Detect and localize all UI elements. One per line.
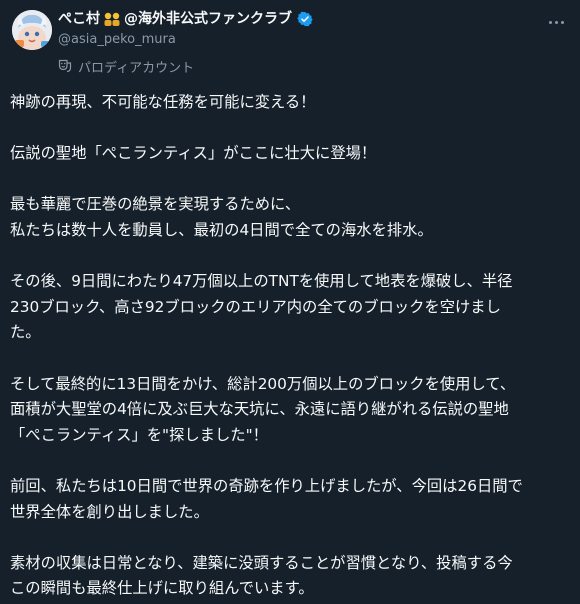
post-text-line: 前回、私たちは10日間で世界の奇跡を作り上げましたが、今回は26日間で bbox=[10, 476, 523, 495]
post-text-line: 最も華麗で圧巻の絶景を実現するために、 bbox=[10, 195, 301, 214]
post-text-line: 神跡の再現、不可能な任務を可能に変える！ bbox=[10, 93, 316, 111]
post-text-line: 面積が大聖堂の4倍に及ぶ巨大な天坑に、永遠に語り継がれる伝説の聖地 bbox=[10, 400, 509, 419]
post-text-line: 素材の収集は日常となり、建築に没頭することが習慣となり、投稿する今 bbox=[10, 553, 513, 572]
post-text-line: 伝説の聖地「ぺこランティス」がここに壮大に登場！ bbox=[10, 144, 377, 163]
post-text-line: 私たちは数十人を動員し、最初の4日間で全ての海水を排水。 bbox=[10, 220, 433, 239]
parody-label: パロディアカウント bbox=[58, 57, 195, 76]
post-paragraph: 神跡の再現、不可能な任務を可能に変える！ bbox=[10, 90, 572, 116]
post-paragraph: その後、9日間にわたり47万個以上のTNTを使用して地表を爆破し、半径 230ブロ… bbox=[10, 269, 572, 346]
post-header: ぺこ村 @海外非公式ファンクラブ @asia_peko_mura パロディアカウ… bbox=[0, 0, 580, 88]
parody-label-text: パロディアカウント bbox=[78, 60, 195, 76]
more-options-button[interactable] bbox=[542, 12, 570, 32]
post-text-line: た。 bbox=[10, 323, 41, 342]
post-text-line: この瞬間も最終仕上げに取り組んでいます。 bbox=[10, 579, 314, 598]
post-paragraph: そして最終的に13日間をかけ、総計200万個以上のブロックを使用して、 面積が大聖… bbox=[10, 372, 572, 449]
more-options-icon bbox=[548, 20, 552, 24]
theater-mask-icon bbox=[58, 59, 72, 73]
display-name-prefix: ぺこ村 bbox=[58, 11, 100, 27]
post-text-line: そして最終的に13日間をかけ、総計200万個以上のブロックを使用して、 bbox=[10, 374, 516, 393]
user-handle[interactable]: @asia_peko_mura bbox=[58, 31, 176, 49]
group-emoji-icon bbox=[103, 11, 121, 27]
post-paragraph: 伝説の聖地「ぺこランティス」がここに壮大に登場！ bbox=[10, 141, 572, 167]
post-text-line: 世界全体を創り出しました。 bbox=[10, 502, 209, 521]
post-paragraph: 素材の収集は日常となり、建築に没頭することが習慣となり、投稿する今 この瞬間も最終… bbox=[10, 551, 572, 602]
avatar-image bbox=[12, 10, 52, 50]
post-text-line: 230ブロック、高さ92ブロックのエリア内の全てのブロックを空けまし bbox=[10, 297, 501, 316]
avatar[interactable] bbox=[12, 10, 52, 50]
post-paragraph: 前回、私たちは10日間で世界の奇跡を作り上げましたが、今回は26日間で 世界全体を… bbox=[10, 474, 572, 525]
verified-badge-icon bbox=[297, 11, 313, 27]
display-name-suffix: @海外非公式ファンクラブ bbox=[124, 11, 292, 27]
post-paragraph: 最も華麗で圧巻の絶景を実現するために、私たちは数十人を動員し、最初の4日間で全て… bbox=[10, 192, 572, 243]
post-text-line: その後、9日間にわたり47万個以上のTNTを使用して地表を爆破し、半径 bbox=[10, 272, 513, 291]
post-text: 神跡の再現、不可能な任務を可能に変える！ 伝説の聖地「ぺこランティス」がここに壮大… bbox=[10, 90, 572, 602]
post-text-line: 「ぺこランティス」を"探しました"！ bbox=[10, 425, 268, 444]
display-name[interactable]: ぺこ村 @海外非公式ファンクラブ bbox=[58, 10, 313, 28]
